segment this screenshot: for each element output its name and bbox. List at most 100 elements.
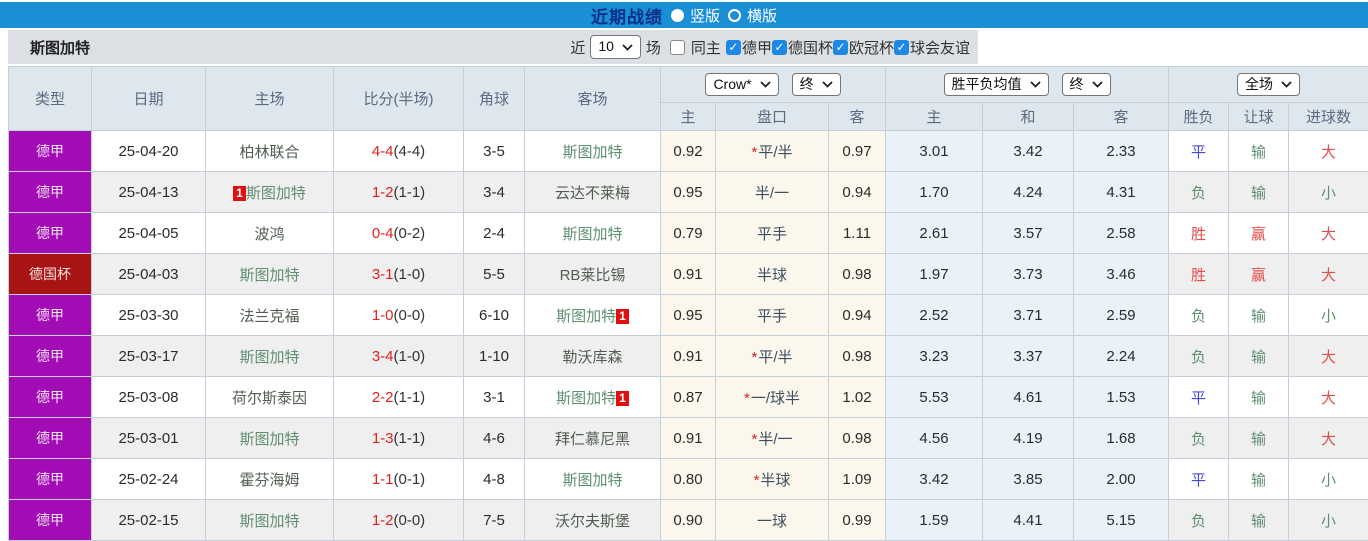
result-handicap-cell: 赢	[1229, 254, 1289, 295]
handicap-away-odds-cell: 1.09	[829, 459, 886, 500]
handicap-home-odds-cell: 0.95	[661, 295, 716, 336]
bookmaker-select[interactable]: Crow*	[705, 73, 778, 97]
bookmaker-period-select[interactable]: 终	[792, 73, 841, 97]
table-row: 德甲25-03-30法兰克福1-0(0-0)6-10斯图加特10.95平手0.9…	[9, 295, 1368, 336]
result-handicap-cell: 输	[1229, 459, 1289, 500]
league-filter-label: 球会友谊	[910, 37, 970, 58]
col-header-corners: 角球	[464, 67, 525, 131]
home-team-cell: 斯图加特	[206, 418, 334, 459]
table-row: 德甲25-03-08荷尔斯泰因2-2(1-1)3-1斯图加特10.87*一/球半…	[9, 377, 1368, 418]
result-wdl-cell: 负	[1169, 500, 1229, 541]
page-title: 近期战绩	[591, 3, 663, 28]
league-type-cell: 德甲	[9, 377, 92, 418]
scope-select[interactable]: 全场	[1237, 73, 1300, 97]
table-row: 德甲25-03-01斯图加特1-3(1-1)4-6拜仁慕尼黑0.91*半/一0.…	[9, 418, 1368, 459]
red-card-badge: 1	[616, 309, 629, 324]
avg-draw-odds-cell: 3.57	[983, 213, 1074, 254]
away-team-cell: 云达不莱梅	[525, 172, 661, 213]
table-row: 德甲25-02-15斯图加特1-2(0-0)7-5沃尔夫斯堡0.90一球0.99…	[9, 500, 1368, 541]
chevron-down-icon	[1092, 81, 1103, 88]
radio-selected-icon[interactable]	[671, 9, 684, 22]
chevron-down-icon	[822, 81, 833, 88]
avg-odds-select[interactable]: 胜平负均值	[944, 73, 1049, 97]
same-home-checkbox[interactable]	[670, 40, 685, 55]
scope-select-value: 全场	[1245, 76, 1273, 94]
corners-cell: 4-8	[464, 459, 525, 500]
date-cell: 25-03-01	[92, 418, 206, 459]
recent-count-value: 10	[598, 38, 614, 56]
away-team-cell: 斯图加特1	[525, 295, 661, 336]
col-header-date: 日期	[92, 67, 206, 131]
result-goals-cell: 小	[1289, 459, 1368, 500]
league-filter-checkbox[interactable]: ✓	[726, 40, 741, 55]
league-type-cell: 德甲	[9, 459, 92, 500]
league-filter-option[interactable]: ✓欧冠杯	[833, 37, 894, 58]
handicap-away-odds-cell: 1.02	[829, 377, 886, 418]
sub-header-handicap-result: 让球	[1229, 103, 1289, 131]
date-cell: 25-04-20	[92, 131, 206, 172]
avg-lose-odds-cell: 4.31	[1074, 172, 1169, 213]
same-home-option[interactable]: 同主	[670, 37, 721, 58]
league-filter-checkbox[interactable]: ✓	[833, 40, 848, 55]
corners-cell: 2-4	[464, 213, 525, 254]
home-team-cell: 斯图加特	[206, 500, 334, 541]
handicap-home-odds-cell: 0.90	[661, 500, 716, 541]
result-wdl-cell: 平	[1169, 131, 1229, 172]
handicap-away-odds-cell: 0.99	[829, 500, 886, 541]
layout-horizontal-label: 横版	[747, 5, 777, 26]
corners-cell: 3-4	[464, 172, 525, 213]
handicap-line-cell: *半球	[716, 459, 829, 500]
sub-header-wdl: 胜负	[1169, 103, 1229, 131]
league-filter-option[interactable]: ✓德甲	[726, 37, 772, 58]
result-wdl-cell: 胜	[1169, 254, 1229, 295]
date-cell: 25-02-15	[92, 500, 206, 541]
table-row: 德甲25-04-131斯图加特1-2(1-1)3-4云达不莱梅0.95半/一0.…	[9, 172, 1368, 213]
result-goals-cell: 大	[1289, 418, 1368, 459]
same-home-label: 同主	[691, 37, 721, 58]
avg-win-odds-cell: 3.23	[886, 336, 983, 377]
avg-lose-odds-cell: 3.46	[1074, 254, 1169, 295]
handicap-away-odds-cell: 0.98	[829, 336, 886, 377]
league-filter-checkbox[interactable]: ✓	[894, 40, 909, 55]
result-wdl-cell: 负	[1169, 336, 1229, 377]
league-filter-option[interactable]: ✓德国杯	[772, 37, 833, 58]
league-filter-label: 德甲	[742, 37, 772, 58]
handicap-odds-group-header: Crow* 终	[661, 67, 886, 103]
score-cell: 1-2(1-1)	[334, 172, 464, 213]
score-cell: 1-0(0-0)	[334, 295, 464, 336]
league-filter-checkbox[interactable]: ✓	[772, 40, 787, 55]
recent-results-table: 类型 日期 主场 比分(半场) 角球 客场 Crow* 终	[8, 66, 1368, 541]
league-filter-label: 德国杯	[788, 37, 833, 58]
handicap-away-odds-cell: 0.98	[829, 254, 886, 295]
radio-unselected-icon[interactable]	[728, 9, 741, 22]
result-goals-cell: 大	[1289, 131, 1368, 172]
table-row: 德甲25-03-17斯图加特3-4(1-0)1-10勒沃库森0.91*平/半0.…	[9, 336, 1368, 377]
avg-period-select[interactable]: 终	[1062, 73, 1111, 97]
home-team-cell: 荷尔斯泰因	[206, 377, 334, 418]
layout-vertical-option[interactable]: 竖版	[671, 5, 720, 26]
handicap-line-cell: 平手	[716, 295, 829, 336]
bookmaker-select-value: Crow*	[713, 76, 751, 94]
col-header-type: 类型	[9, 67, 92, 131]
handicap-away-odds-cell: 1.11	[829, 213, 886, 254]
score-cell: 1-1(0-1)	[334, 459, 464, 500]
avg-draw-odds-cell: 4.19	[983, 418, 1074, 459]
home-team-cell: 斯图加特	[206, 336, 334, 377]
handicap-line-cell: 平手	[716, 213, 829, 254]
result-wdl-cell: 负	[1169, 295, 1229, 336]
home-team-cell: 霍芬海姆	[206, 459, 334, 500]
avg-odds-select-value: 胜平负均值	[952, 76, 1022, 94]
handicap-home-odds-cell: 0.87	[661, 377, 716, 418]
recent-count-select[interactable]: 10	[590, 35, 641, 59]
table-row: 德国杯25-04-03斯图加特3-1(1-0)5-5RB莱比锡0.91半球0.9…	[9, 254, 1368, 295]
result-wdl-cell: 平	[1169, 377, 1229, 418]
league-filter-option[interactable]: ✓球会友谊	[894, 37, 970, 58]
away-team-cell: 斯图加特	[525, 459, 661, 500]
handicap-home-odds-cell: 0.91	[661, 336, 716, 377]
handicap-line-cell: *平/半	[716, 131, 829, 172]
score-cell: 2-2(1-1)	[334, 377, 464, 418]
avg-win-odds-cell: 5.53	[886, 377, 983, 418]
team-filter-toolbar: 斯图加特 近 10 场 同主 ✓德甲✓德国杯✓欧冠杯✓球会友谊	[8, 30, 978, 64]
layout-horizontal-option[interactable]: 横版	[728, 5, 777, 26]
red-card-badge: 1	[616, 391, 629, 406]
